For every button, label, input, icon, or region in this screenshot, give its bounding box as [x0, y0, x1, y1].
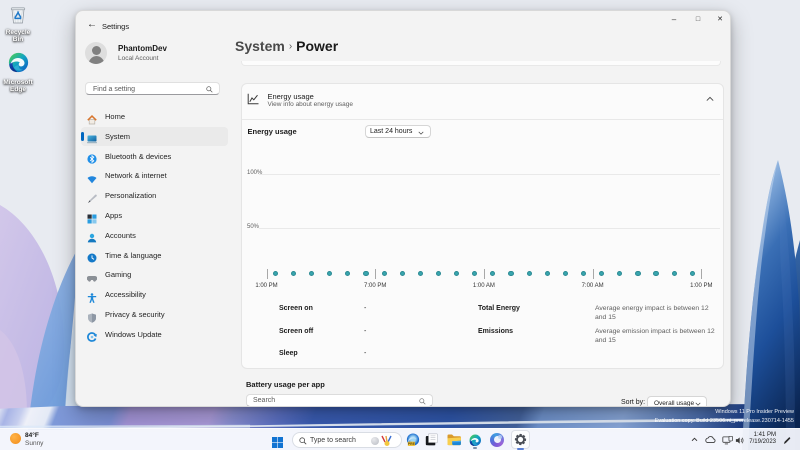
svg-text:PRE: PRE [408, 442, 416, 446]
